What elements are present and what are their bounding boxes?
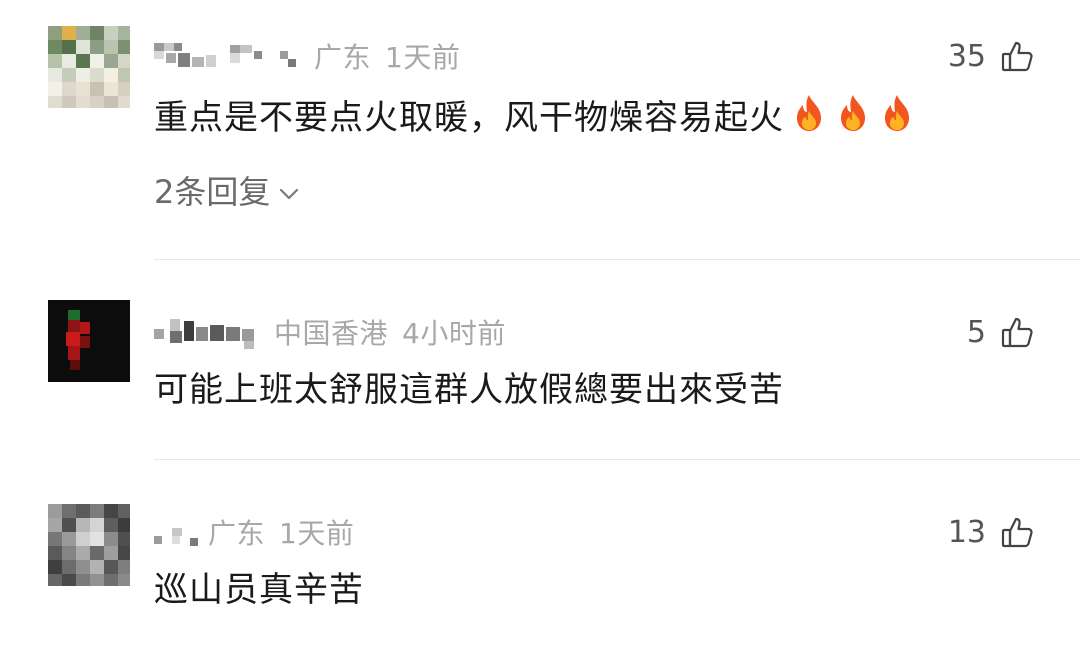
fire-emoji-icon (834, 93, 872, 133)
replies-label: 2条回复 (154, 173, 271, 211)
thumbs-up-icon[interactable] (1000, 315, 1034, 349)
username-pixelated[interactable] (154, 315, 264, 349)
comment-time: 1天前 (385, 41, 461, 74)
comment-meta: 中国香港 4小时前 (154, 312, 506, 352)
like-count: 13 (947, 514, 986, 550)
username-pixelated[interactable] (154, 516, 204, 548)
like-count: 5 (966, 314, 986, 350)
fire-emoji-icon (790, 93, 828, 133)
thumbs-up-icon[interactable] (1000, 515, 1034, 549)
like-button[interactable]: 5 (967, 312, 1034, 352)
comment-location: 广东 (314, 41, 372, 74)
username-pixelated[interactable] (154, 41, 304, 71)
comment-meta: 广东 1天前 (154, 36, 460, 76)
like-button[interactable]: 13 (948, 512, 1034, 552)
comment-text: 巡山员真辛苦 (154, 570, 364, 610)
avatar[interactable] (48, 300, 130, 382)
comment-location: 广东 (208, 517, 266, 550)
thumbs-up-icon[interactable] (1000, 39, 1034, 73)
comment-item: 广东 1天前 13 巡山员真辛苦 (0, 460, 1080, 648)
like-count: 35 (947, 38, 986, 74)
avatar[interactable] (48, 504, 130, 586)
comment-meta: 广东 1天前 (154, 512, 354, 552)
comment-location: 中国香港 (274, 317, 389, 350)
comment-time: 1天前 (279, 517, 355, 550)
avatar[interactable] (48, 26, 130, 108)
comment-text: 重点是不要点火取暖，风干物燥容易起火 (154, 92, 916, 144)
like-button[interactable]: 35 (948, 36, 1034, 76)
fire-emoji-icon (878, 93, 916, 133)
comment-time: 4小时前 (402, 317, 506, 350)
chevron-down-icon (278, 171, 300, 209)
comment-item: 广东 1天前 35 重点是不要点火取暖，风干物燥容易起火 2条回复 (0, 0, 1080, 260)
comment-item: 中国香港 4小时前 5 可能上班太舒服這群人放假總要出來受苦 (0, 260, 1080, 460)
view-replies-button[interactable]: 2条回复 (154, 166, 300, 214)
comment-text: 可能上班太舒服這群人放假總要出來受苦 (154, 370, 784, 410)
